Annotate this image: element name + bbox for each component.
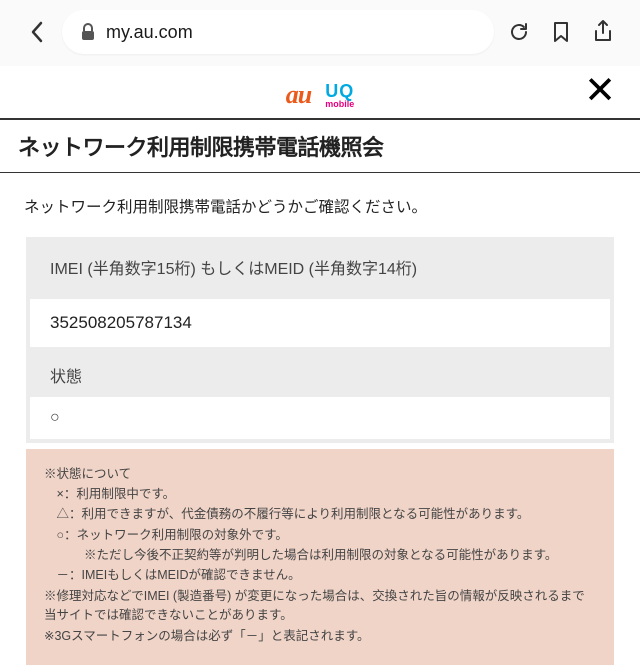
note-footer: ※修理対応などでIMEI (製造番号) が変更になった場合は、交換された旨の情報… — [44, 587, 596, 626]
page-title: ネットワーク利用制限携帯電話機照会 — [0, 118, 640, 173]
bookmark-icon — [551, 20, 571, 44]
note-item: △：利用できますが、代金債務の不履行等により利用制限となる可能性があります。 — [44, 505, 596, 524]
bookmark-button[interactable] — [544, 20, 578, 44]
note-item: ○：ネットワーク利用制限の対象外です。 — [44, 526, 596, 545]
note-item: ×：利用制限中です。 — [44, 485, 596, 504]
page-content: au UQ mobile ✕ ネットワーク利用制限携帯電話機照会 ネットワーク利… — [0, 66, 640, 665]
status-explanation: ※状態について ×：利用制限中です。 △：利用できますが、代金債務の不履行等によ… — [26, 449, 614, 665]
url-text: my.au.com — [106, 22, 193, 43]
back-button[interactable] — [20, 20, 54, 44]
note-heading: ※状態について — [44, 465, 596, 484]
share-icon — [592, 19, 614, 45]
close-button[interactable]: ✕ — [584, 72, 616, 110]
reload-icon — [507, 20, 531, 44]
note-subitem: ※ただし今後不正契約等が判明した場合は利用制限の対象となる可能性があります。 — [44, 546, 596, 565]
share-button[interactable] — [586, 19, 620, 45]
browser-toolbar: my.au.com — [0, 0, 640, 66]
status-value: ○ — [30, 397, 610, 439]
lookup-form: IMEI (半角数字15桁) もしくはMEID (半角数字14桁) 352508… — [26, 237, 614, 443]
reload-button[interactable] — [502, 20, 536, 44]
page-header: au UQ mobile ✕ — [0, 66, 640, 118]
status-label: 状態 — [30, 349, 610, 397]
uq-mobile-logo: UQ mobile — [325, 82, 354, 109]
url-bar[interactable]: my.au.com — [62, 10, 494, 54]
au-logo: au — [286, 80, 311, 110]
imei-value[interactable]: 352508205787134 — [30, 299, 610, 347]
note-footer: ※3Gスマートフォンの場合は必ず「－」と表記されます。 — [44, 627, 596, 646]
note-item: －：IMEIもしくはMEIDが確認できません。 — [44, 566, 596, 585]
lock-icon — [80, 23, 96, 41]
brand-logos: au UQ mobile — [286, 80, 354, 110]
imei-label: IMEI (半角数字15桁) もしくはMEID (半角数字14桁) — [30, 241, 610, 299]
chevron-left-icon — [29, 20, 45, 44]
instruction-text: ネットワーク利用制限携帯電話かどうかご確認ください。 — [0, 173, 640, 237]
